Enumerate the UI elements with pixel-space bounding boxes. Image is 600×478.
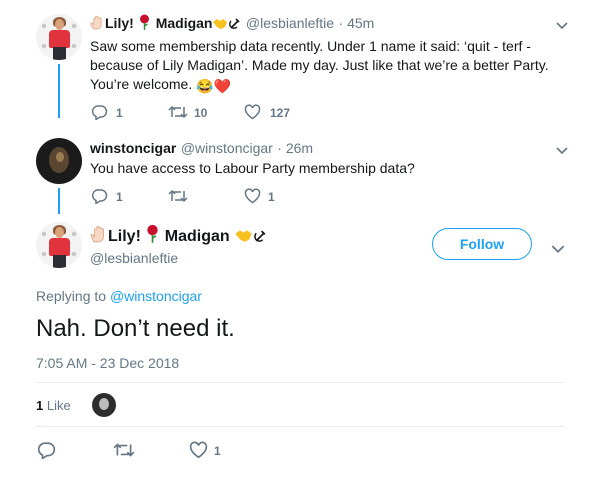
chevron-down-icon[interactable] [556,17,568,35]
handshake-emoji [212,17,228,35]
tweet-2-name[interactable]: winstoncigar [90,140,176,156]
retweet-icon[interactable] [113,441,135,464]
reply-icon[interactable] [91,188,108,209]
main-tweet-text: Nah. Don’t need it. [36,315,235,342]
divider [36,426,564,427]
heart-icon[interactable] [189,441,208,464]
tweet-1-like-count: 127 [270,106,291,120]
tweet-1-time[interactable]: · 45m [339,15,375,31]
main-like-count: 1 [214,444,221,458]
likes-number: 1 [36,398,44,413]
raised-hand-emoji [90,225,108,248]
heart-icon[interactable] [244,104,261,125]
main-tweet-timestamp[interactable]: 7:05 AM - 23 Dec 2018 [36,355,179,371]
tweet-2-like-count: 1 [268,190,275,204]
follow-button[interactable]: Follow [432,228,532,260]
rose-emoji [145,224,160,248]
tweet-2-text: You have access to Labour Party membersh… [90,160,415,176]
likes-label: Like [46,398,71,413]
reply-icon[interactable] [37,441,56,464]
main-name-part1: Lily! [108,228,141,245]
replying-to-link[interactable]: @winstoncigar [110,288,202,304]
reply-icon[interactable] [91,104,108,125]
avatar-lily[interactable] [36,14,82,60]
chevron-down-icon[interactable] [556,142,568,160]
replying-to: Replying to @winstoncigar [36,288,202,304]
chevron-down-icon[interactable] [551,241,565,259]
main-tweet-handle[interactable]: @lesbianleftie [90,250,178,266]
main-tweet-name[interactable]: Lily! Madigan [90,224,267,248]
liker-avatar[interactable] [92,393,116,417]
heart-icon[interactable] [244,188,261,209]
retweet-icon[interactable] [168,188,188,209]
main-name-part2: Madigan [164,228,230,245]
rose-emoji [138,14,151,35]
avatar-lily[interactable] [36,222,82,268]
emoji-laugh-heart: 😂❤️ [196,78,231,94]
thread-line [58,188,60,214]
tweet-1-header: Lily! Madigan @lesbianleftie · 45m [90,14,374,35]
hammer-sickle-emoji [253,229,267,248]
likes-summary[interactable]: 1 Like [36,398,71,413]
tweet-1-text: Saw some membership data recently. Under… [90,37,570,96]
avatar-winston[interactable] [36,138,82,184]
hammer-sickle-emoji [228,17,241,35]
replying-prefix: Replying to [36,288,107,304]
tweet-2-time[interactable]: · 26m [277,140,313,156]
divider [36,382,564,383]
tweet-1-name-part1[interactable]: Lily! [105,15,134,31]
tweet-1-retweet-count: 10 [194,106,208,120]
thread-line [58,64,60,118]
tweet-1-body: Saw some membership data recently. Under… [90,38,549,92]
tweet-2-reply-count: 1 [116,190,123,204]
tweet-1-handle[interactable]: @lesbianleftie [246,15,334,31]
handshake-emoji [234,228,253,248]
tweet-1-reply-count: 1 [116,106,123,120]
tweet-2-header: winstoncigar @winstoncigar · 26m [90,140,313,158]
tweet-1-name-part2[interactable]: Madigan [156,15,213,31]
raised-hand-emoji [90,15,105,35]
tweet-2-handle[interactable]: @winstoncigar [181,140,273,156]
retweet-icon[interactable] [168,104,188,125]
